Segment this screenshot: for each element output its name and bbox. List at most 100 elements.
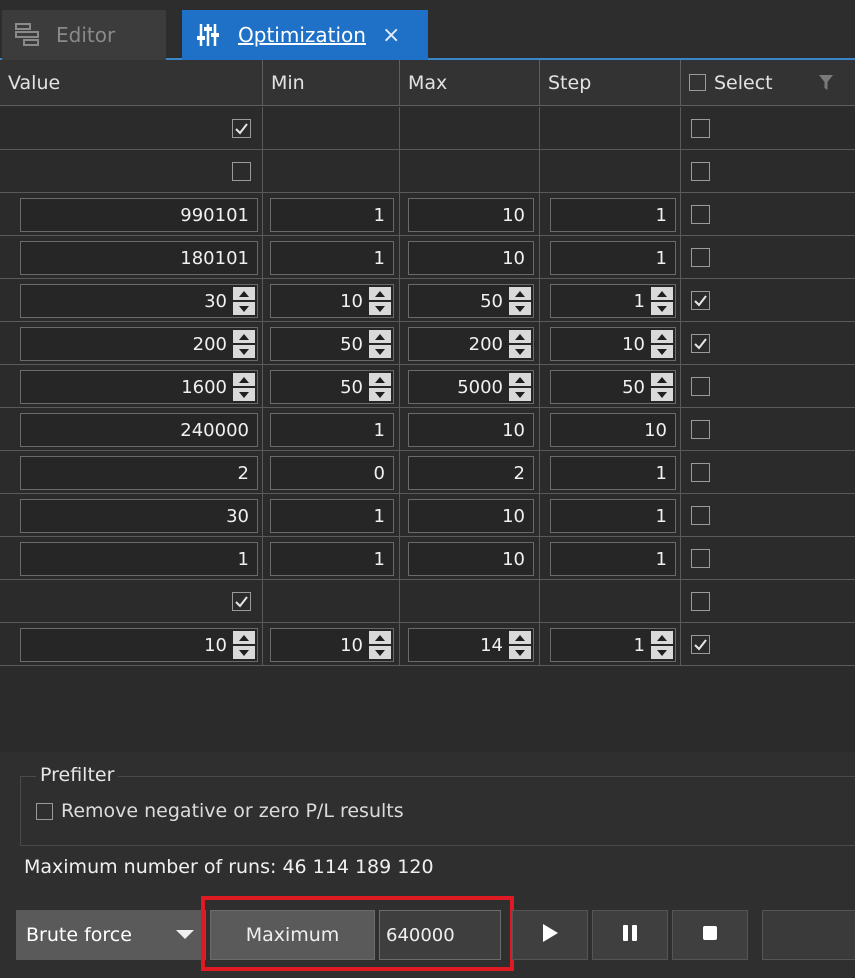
max-input[interactable]: 10: [408, 241, 534, 275]
value-input[interactable]: 1: [20, 542, 258, 576]
min-input[interactable]: 1: [270, 542, 394, 576]
spin-down-icon[interactable]: [233, 302, 255, 315]
spinner[interactable]: [651, 286, 673, 316]
value-input[interactable]: 1600: [20, 370, 258, 404]
value-checkbox[interactable]: [232, 119, 251, 138]
spin-down-icon[interactable]: [651, 646, 673, 659]
column-header-min[interactable]: Min: [263, 60, 400, 106]
spin-up-icon[interactable]: [233, 373, 255, 386]
step-input[interactable]: 1: [550, 499, 676, 533]
spinner[interactable]: [509, 630, 531, 660]
tab-editor[interactable]: Editor: [2, 10, 166, 60]
spin-up-icon[interactable]: [651, 287, 673, 300]
select-checkbox[interactable]: [691, 248, 710, 267]
min-input[interactable]: 1: [270, 499, 394, 533]
column-header-select[interactable]: Select: [681, 60, 855, 106]
close-icon[interactable]: ×: [382, 23, 400, 48]
spin-down-icon[interactable]: [651, 345, 673, 358]
select-checkbox[interactable]: [691, 334, 710, 353]
spinner[interactable]: [369, 372, 391, 402]
spin-down-icon[interactable]: [233, 646, 255, 659]
spinner[interactable]: [233, 286, 255, 316]
spin-down-icon[interactable]: [369, 646, 391, 659]
spinner[interactable]: [509, 372, 531, 402]
spin-up-icon[interactable]: [369, 631, 391, 644]
filter-icon[interactable]: [819, 74, 833, 96]
step-input[interactable]: 1: [550, 198, 676, 232]
select-checkbox[interactable]: [691, 549, 710, 568]
spinner[interactable]: [233, 372, 255, 402]
value-input[interactable]: 200: [20, 327, 258, 361]
spin-down-icon[interactable]: [509, 388, 531, 401]
value-input[interactable]: 240000: [20, 413, 258, 447]
min-input[interactable]: 10: [270, 628, 394, 662]
pause-button[interactable]: [592, 910, 668, 960]
algorithm-dropdown[interactable]: Brute force: [16, 910, 206, 960]
spinner[interactable]: [651, 329, 673, 359]
remove-negative-checkbox[interactable]: [36, 802, 53, 820]
max-input[interactable]: 10: [408, 542, 534, 576]
min-input[interactable]: 1: [270, 198, 394, 232]
min-input[interactable]: 10: [270, 284, 394, 318]
max-input[interactable]: 10: [408, 413, 534, 447]
max-input[interactable]: 10: [408, 198, 534, 232]
spin-down-icon[interactable]: [369, 302, 391, 315]
min-input[interactable]: 50: [270, 370, 394, 404]
spinner[interactable]: [233, 329, 255, 359]
spin-up-icon[interactable]: [509, 631, 531, 644]
select-checkbox[interactable]: [691, 506, 710, 525]
spin-down-icon[interactable]: [509, 345, 531, 358]
spin-down-icon[interactable]: [651, 302, 673, 315]
max-input[interactable]: 2: [408, 456, 534, 490]
max-input[interactable]: 5000: [408, 370, 534, 404]
select-checkbox[interactable]: [691, 420, 710, 439]
tab-optimization[interactable]: Optimization ×: [182, 10, 428, 60]
value-input[interactable]: 2: [20, 456, 258, 490]
spin-down-icon[interactable]: [369, 388, 391, 401]
spin-up-icon[interactable]: [651, 330, 673, 343]
step-input[interactable]: 1: [550, 628, 676, 662]
min-input[interactable]: 0: [270, 456, 394, 490]
value-input[interactable]: 180101: [20, 241, 258, 275]
spinner[interactable]: [509, 329, 531, 359]
step-input[interactable]: 1: [550, 284, 676, 318]
spin-up-icon[interactable]: [233, 330, 255, 343]
step-input[interactable]: 1: [550, 456, 676, 490]
spin-down-icon[interactable]: [369, 345, 391, 358]
value-checkbox[interactable]: [232, 162, 251, 181]
stop-button[interactable]: [672, 910, 748, 960]
spinner[interactable]: [369, 329, 391, 359]
spin-down-icon[interactable]: [233, 388, 255, 401]
spin-up-icon[interactable]: [233, 287, 255, 300]
prefilter-option[interactable]: Remove negative or zero P/L results: [36, 800, 404, 822]
select-checkbox[interactable]: [691, 162, 710, 181]
column-header-max[interactable]: Max: [400, 60, 540, 106]
spin-up-icon[interactable]: [651, 373, 673, 386]
step-input[interactable]: 10: [550, 327, 676, 361]
min-input[interactable]: 1: [270, 241, 394, 275]
select-checkbox[interactable]: [691, 291, 710, 310]
min-input[interactable]: 1: [270, 413, 394, 447]
select-checkbox[interactable]: [691, 377, 710, 396]
column-header-step[interactable]: Step: [540, 60, 681, 106]
spinner[interactable]: [509, 286, 531, 316]
value-input[interactable]: 30: [20, 284, 258, 318]
spin-down-icon[interactable]: [509, 302, 531, 315]
spinner[interactable]: [651, 630, 673, 660]
value-input[interactable]: 10: [20, 628, 258, 662]
select-checkbox[interactable]: [691, 205, 710, 224]
max-input[interactable]: 14: [408, 628, 534, 662]
spin-up-icon[interactable]: [509, 287, 531, 300]
step-input[interactable]: 1: [550, 241, 676, 275]
max-input[interactable]: 50: [408, 284, 534, 318]
start-button[interactable]: [512, 910, 588, 960]
value-input[interactable]: 990101: [20, 198, 258, 232]
step-input[interactable]: 10: [550, 413, 676, 447]
spin-down-icon[interactable]: [651, 388, 673, 401]
spin-down-icon[interactable]: [509, 646, 531, 659]
spinner[interactable]: [233, 630, 255, 660]
spin-up-icon[interactable]: [369, 287, 391, 300]
value-checkbox[interactable]: [232, 592, 251, 611]
spin-up-icon[interactable]: [369, 373, 391, 386]
select-all-checkbox[interactable]: [689, 74, 706, 91]
